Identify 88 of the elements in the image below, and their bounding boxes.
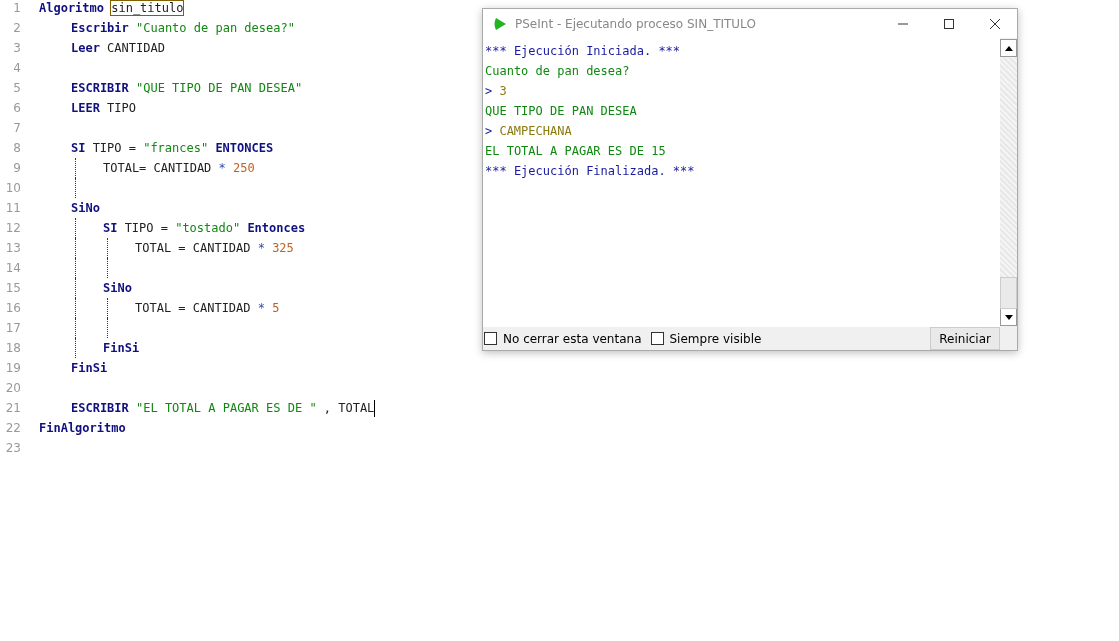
checkbox[interactable] [650,332,664,345]
app-logo-icon [493,16,507,31]
line-number: 22 [4,421,21,435]
keyword: SiNo [71,201,100,215]
scroll-down-icon[interactable] [1004,314,1013,320]
window-title: PSeInt - Ejecutando proceso SIN_TITULO [515,16,757,31]
line-number: 7 [12,121,21,135]
operator: * [218,161,226,175]
line-number: 23 [4,441,21,455]
keyword: Algoritmo [39,1,105,15]
keyword: Entonces [247,221,306,235]
line-number: 3 [12,41,21,55]
string-literal: "frances" [143,141,209,155]
console-line: *** Ejecución Iniciada. *** [485,44,681,58]
code-text: TOTAL [135,241,172,255]
console-line: QUE TIPO DE PAN DESEA [485,104,637,118]
string-literal: "EL TOTAL A PAGAR ES DE " [136,401,317,415]
line-number: 13 [4,241,21,255]
checkbox[interactable] [484,332,497,345]
code-text: TIPO [107,101,136,115]
close-icon[interactable] [989,17,1001,30]
operator: * [257,241,265,255]
line-number: 10 [4,181,21,195]
code-text: = [128,141,136,155]
number-literal: 325 [272,241,294,255]
line-number: 6 [12,101,21,115]
keyword: LEER [71,101,100,115]
input-text: CAMPECHANA [499,124,572,138]
code-text: = [178,301,186,315]
keyword: FinSi [103,341,140,355]
keyword: FinAlgoritmo [39,421,126,435]
operator: * [257,301,265,315]
scrollbar[interactable] [1000,38,1017,327]
code-text: CANTIDAD [192,301,251,315]
maximize-icon[interactable] [943,17,955,30]
number-literal: 250 [232,161,255,175]
keyword: ENTONCES [215,141,274,155]
line-number: 18 [4,341,21,355]
line-number: 17 [4,321,21,335]
keyword: Escribir [71,21,129,35]
keyword: SI [103,221,118,235]
matched-word: sin_titulo [111,1,184,15]
line-number: 19 [4,361,21,375]
keyword: Leer [71,41,100,55]
line-number: 16 [4,301,21,315]
code-text: TIPO [92,141,122,155]
keyword: FinSi [71,361,108,375]
keyword: ESCRIBIR [71,81,129,95]
console-line: *** Ejecución Finalizada. *** [485,164,695,178]
prompt-symbol: > [485,124,493,138]
line-number: 21 [4,401,21,415]
scroll-thumb[interactable] [1000,277,1017,309]
code-text: , [323,401,332,415]
line-number: 9 [12,161,21,175]
input-text: 3 [499,84,507,98]
code-text: CANTIDAD [192,241,251,255]
line-number: 8 [12,141,21,155]
code-text: CANTIDAD [153,161,212,175]
checkbox-label[interactable]: No cerrar esta ventana [503,331,642,346]
code-text: = [160,221,168,235]
line-number: 12 [4,221,21,235]
restart-button[interactable]: Reiniciar [930,327,1000,350]
line-number: 1 [12,1,21,15]
line-number: 5 [12,81,21,95]
line-number: 2 [12,21,21,35]
string-literal: "QUE TIPO DE PAN DESEA" [136,81,303,95]
code-text: CANTIDAD [107,41,165,55]
code-text: TOTAL= [103,161,147,175]
line-number: 20 [4,381,21,395]
line-number: 14 [4,261,21,275]
code-text: TOTAL [135,301,172,315]
number-literal: 5 [272,301,280,315]
prompt-symbol: > [485,84,493,98]
keyword: SiNo [103,281,132,295]
code-text: = [178,241,186,255]
code-text: TOTAL [338,401,375,415]
string-literal: "Cuanto de pan desea?" [136,21,295,35]
console-line: Cuanto de pan desea? [485,64,630,78]
line-number: 4 [12,61,21,75]
console-line: EL TOTAL A PAGAR ES DE 15 [485,144,666,158]
keyword: ESCRIBIR [71,401,129,415]
line-number: 15 [4,281,21,295]
code-text: TIPO [124,221,154,235]
scroll-up-icon[interactable] [1004,45,1013,51]
checkbox-label[interactable]: Siempre visible [669,331,762,346]
line-number: 11 [4,201,21,215]
keyword: SI [71,141,86,155]
string-literal: "tostado" [175,221,241,235]
